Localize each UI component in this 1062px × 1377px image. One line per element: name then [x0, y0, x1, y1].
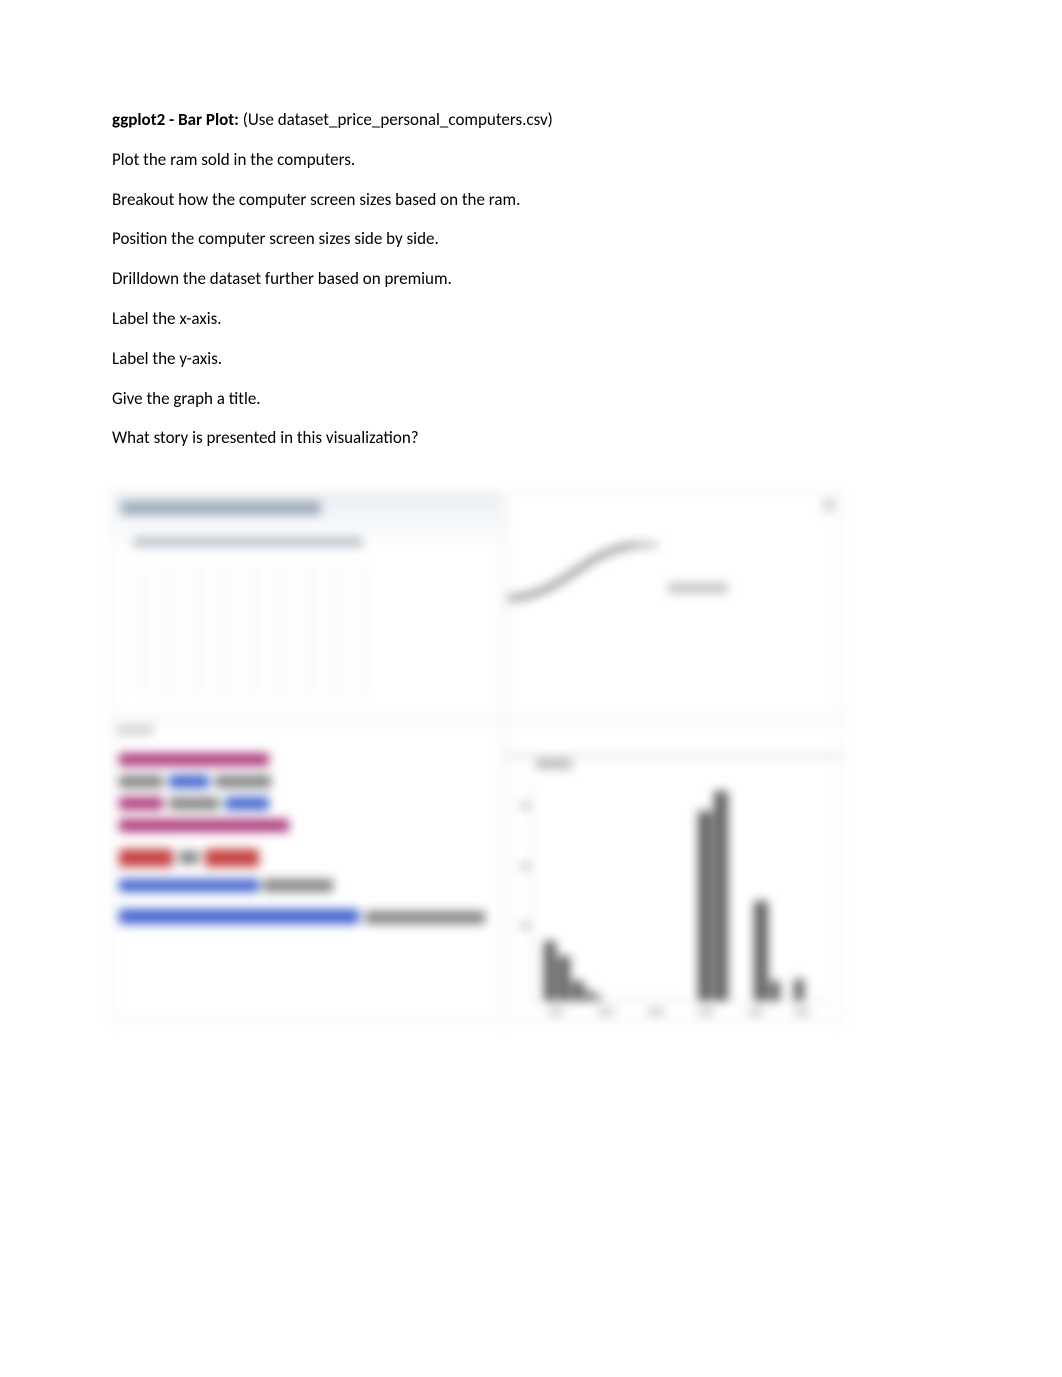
code-line	[263, 879, 333, 892]
embedded-screenshot	[112, 492, 842, 1022]
x-tick	[794, 1009, 810, 1015]
bar	[770, 981, 780, 1001]
data-grid-panel	[112, 492, 502, 717]
instruction-line: What story is presented in this visualiz…	[112, 426, 950, 450]
curve-graphic	[508, 543, 658, 603]
code-line	[119, 819, 289, 832]
code-line	[365, 911, 485, 924]
code-line	[119, 753, 269, 766]
code-line	[215, 775, 271, 788]
code-line	[205, 849, 259, 867]
instruction-line: Plot the ram sold in the computers.	[112, 148, 950, 172]
instruction-line: Drilldown the dataset further based on p…	[112, 267, 950, 291]
bar	[596, 996, 602, 1001]
bar	[586, 991, 594, 1001]
x-tick	[748, 1009, 764, 1015]
code-line	[119, 879, 259, 892]
preview-label	[668, 583, 728, 593]
panel-divider	[508, 755, 841, 757]
code-line	[119, 797, 163, 810]
heading: ggplot2 - Bar Plot: (Use dataset_price_p…	[112, 108, 950, 132]
code-line	[179, 851, 199, 864]
code-line	[169, 797, 219, 810]
heading-bold: ggplot2 - Bar Plot:	[112, 109, 239, 130]
bar	[558, 956, 570, 1001]
y-tick	[520, 863, 530, 869]
toolbar	[133, 537, 363, 547]
code-line	[119, 909, 359, 924]
code-line	[119, 775, 163, 788]
bar	[754, 901, 768, 1001]
code-panel	[112, 722, 502, 1022]
code-tab	[117, 725, 153, 735]
bar	[698, 811, 712, 1001]
instruction-line: Label the x-axis.	[112, 307, 950, 331]
instruction-line: Label the y-axis.	[112, 347, 950, 371]
heading-rest: (Use dataset_price_personal_computers.cs…	[239, 109, 553, 130]
plot-panel	[507, 722, 842, 1022]
bar	[572, 981, 584, 1001]
window-titlebar	[121, 501, 321, 515]
data-grid	[141, 565, 371, 695]
y-tick	[520, 923, 530, 929]
code-line	[119, 849, 173, 867]
code-line	[225, 797, 269, 810]
preview-panel	[507, 492, 842, 717]
code-line	[169, 775, 209, 788]
y-tick	[520, 803, 530, 809]
x-tick	[598, 1009, 614, 1015]
plot-tab	[536, 759, 572, 769]
instruction-line: Give the graph a title.	[112, 387, 950, 411]
close-icon	[823, 499, 835, 511]
y-axis	[532, 783, 533, 1003]
x-tick	[648, 1009, 664, 1015]
bar	[794, 979, 804, 1001]
x-tick	[548, 1009, 564, 1015]
x-tick	[698, 1009, 714, 1015]
instruction-line: Breakout how the computer screen sizes b…	[112, 188, 950, 212]
instruction-line: Position the computer screen sizes side …	[112, 227, 950, 251]
bar	[714, 791, 728, 1001]
bar	[544, 941, 556, 1001]
